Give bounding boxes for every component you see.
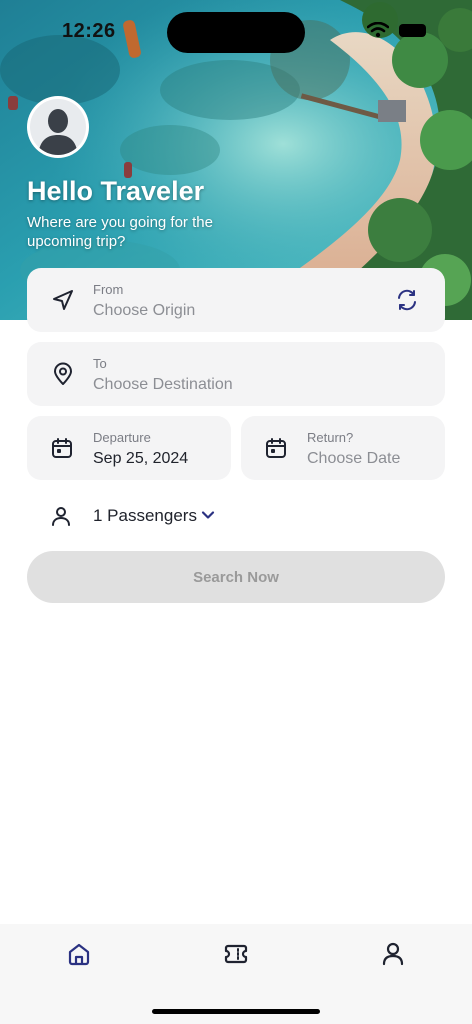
wifi-icon bbox=[367, 22, 389, 38]
departure-label: Departure bbox=[93, 430, 151, 445]
passengers-selector[interactable]: 1 Passengers bbox=[27, 496, 327, 536]
calendar-icon bbox=[52, 438, 72, 458]
from-field[interactable]: From Choose Origin bbox=[27, 268, 445, 332]
to-placeholder: Choose Destination bbox=[93, 376, 233, 393]
from-placeholder: Choose Origin bbox=[93, 302, 196, 319]
profile-icon[interactable] bbox=[380, 941, 406, 967]
return-placeholder: Choose Date bbox=[307, 450, 401, 467]
battery-icon bbox=[399, 23, 426, 37]
calendar-icon bbox=[266, 438, 286, 458]
to-label: To bbox=[93, 356, 107, 371]
departure-value: Sep 25, 2024 bbox=[93, 450, 189, 467]
person-icon bbox=[52, 507, 70, 526]
home-indicator[interactable] bbox=[152, 1009, 320, 1014]
greeting-title: Hello Traveler bbox=[27, 176, 205, 206]
person-silhouette-icon bbox=[38, 109, 78, 155]
return-label: Return? bbox=[307, 430, 354, 445]
ticket-icon[interactable] bbox=[223, 941, 249, 967]
navigation-arrow-icon bbox=[53, 290, 73, 310]
status-indicators bbox=[367, 22, 426, 38]
departure-field[interactable]: Departure Sep 25, 2024 bbox=[27, 416, 231, 480]
chevron-down-icon[interactable] bbox=[199, 506, 217, 524]
status-time: 12:26 bbox=[62, 20, 116, 42]
avatar[interactable] bbox=[27, 96, 89, 158]
home-icon[interactable] bbox=[66, 941, 92, 967]
to-field[interactable]: To Choose Destination bbox=[27, 342, 445, 406]
from-label: From bbox=[93, 282, 124, 297]
dynamic-island bbox=[167, 12, 305, 53]
passengers-value: 1 Passengers bbox=[93, 506, 197, 525]
greeting-subtitle: Where are you going for the upcoming tri… bbox=[27, 214, 213, 250]
location-pin-icon bbox=[54, 362, 72, 385]
swap-arrows-icon[interactable] bbox=[395, 288, 419, 312]
return-field[interactable]: Return? Choose Date bbox=[241, 416, 445, 480]
search-now-button[interactable]: Search Now bbox=[27, 551, 445, 603]
